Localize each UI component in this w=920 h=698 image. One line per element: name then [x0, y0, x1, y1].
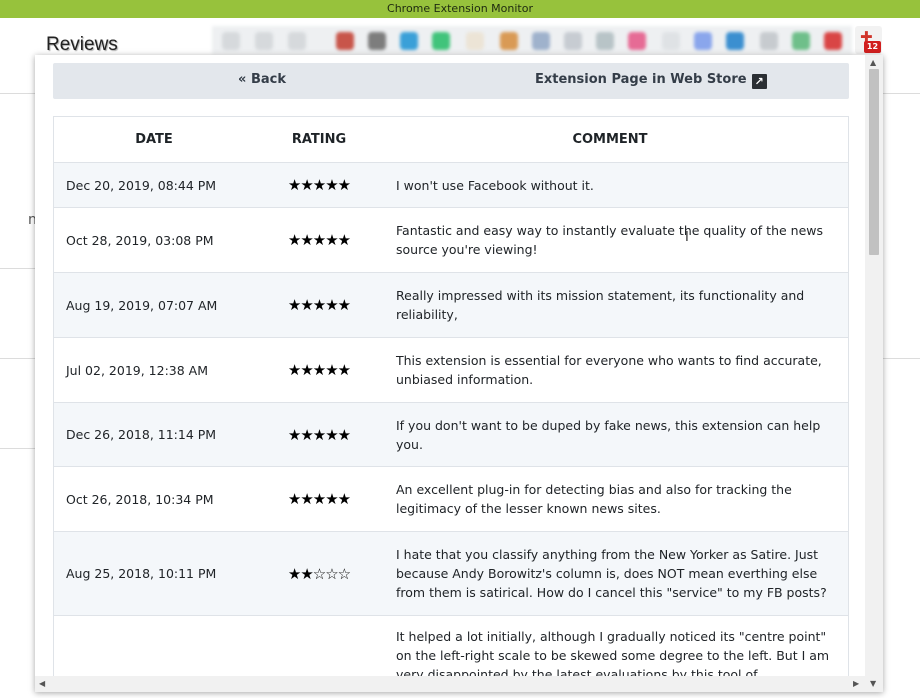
toolbar-icon: [760, 32, 778, 50]
vertical-scroll-thumb[interactable]: [869, 69, 879, 255]
panel-nav-bar: « Back Extension Page in Web Store ↗: [53, 63, 849, 99]
toolbar-icon: [288, 32, 306, 50]
toolbar-icon: [792, 32, 810, 50]
table-row: Jul 02, 2019, 12:38 AM ★★★★★ This extens…: [54, 338, 848, 403]
review-date: Aug 25, 2018, 10:11 PM: [66, 566, 217, 581]
divider: [0, 268, 35, 269]
star-rating: ★★★★★: [287, 361, 351, 379]
review-comment: If you don't want to be duped by fake ne…: [396, 417, 821, 452]
reviews-panel: « Back Extension Page in Web Store ↗ DATE…: [35, 55, 883, 692]
table-row: Aug 25, 2018, 10:11 PM ★★☆☆☆ I hate that…: [54, 532, 848, 616]
window-title-bar: Chrome Extension Monitor: [0, 0, 920, 18]
toolbar-icon: [400, 32, 418, 50]
toolbar-icon: [432, 32, 450, 50]
divider: [0, 448, 35, 449]
background-heading: Reviews: [46, 34, 118, 55]
star-rating: ★★★★★: [287, 490, 351, 508]
toolbar-icon: [532, 32, 550, 50]
review-comment: This extension is essential for everyone…: [396, 353, 822, 387]
review-comment: Really impressed with its mission statem…: [396, 288, 805, 322]
back-button[interactable]: « Back: [238, 72, 286, 87]
review-comment: I hate that you classify anything from t…: [396, 547, 827, 600]
review-date: Dec 26, 2018, 11:14 PM: [66, 427, 217, 442]
toolbar-icon: [694, 32, 712, 50]
table-header: DATE RATING COMMENT: [54, 117, 848, 163]
review-comment: I won't use Facebook without it.: [396, 177, 594, 193]
toolbar-icon: [564, 32, 582, 50]
scroll-down-icon[interactable]: ▼: [870, 679, 876, 688]
review-date: Aug 19, 2019, 07:07 AM: [66, 297, 218, 313]
scroll-up-icon[interactable]: ▲: [870, 58, 876, 67]
star-rating: ★★★★★: [287, 296, 351, 314]
divider: [883, 93, 920, 94]
toolbar-icon: [222, 32, 240, 50]
back-label: Back: [250, 72, 286, 87]
toolbar-icon: [368, 32, 386, 50]
web-store-link[interactable]: Extension Page in Web Store ↗: [535, 72, 767, 89]
toolbar-icon: [628, 32, 646, 50]
extension-count-badge: 12: [864, 41, 881, 53]
web-store-label: Extension Page in Web Store: [535, 72, 747, 87]
vertical-scrollbar[interactable]: ▲: [865, 55, 883, 676]
scrollbar-corner: ▼: [865, 676, 883, 692]
toolbar-icon: [726, 32, 744, 50]
table-row: Dec 26, 2018, 11:14 PM ★★★★★ If you don'…: [54, 403, 848, 467]
divider: [883, 358, 920, 359]
toolbar-icon: [596, 32, 614, 50]
table-row: Oct 28, 2019, 03:08 PM ★★★★★ Fantastic a…: [54, 208, 848, 273]
toolbar-icon: [662, 32, 680, 50]
star-rating: ★★★★★: [287, 231, 351, 249]
divider: [0, 358, 35, 359]
divider: [0, 93, 35, 94]
review-date: Dec 20, 2019, 08:44 PM: [66, 177, 217, 193]
scroll-left-icon[interactable]: ◀: [39, 679, 45, 688]
extension-monitor-button[interactable]: ✚ 12: [855, 26, 882, 54]
star-rating: ★★☆☆☆: [287, 564, 351, 583]
table-row: Oct 26, 2018, 10:34 PM ★★★★★ An excellen…: [54, 467, 848, 532]
review-date: Jul 02, 2019, 12:38 AM: [66, 362, 208, 378]
toolbar-icon: [500, 32, 518, 50]
table-row: Aug 19, 2019, 07:07 AM ★★★★★ Really impr…: [54, 273, 848, 338]
scroll-right-icon[interactable]: ▶: [853, 679, 859, 688]
horizontal-scrollbar[interactable]: ◀ ▶: [35, 676, 865, 692]
column-header-rating[interactable]: RATING: [254, 132, 384, 147]
column-header-date[interactable]: DATE: [54, 132, 254, 147]
text-cursor-icon: I: [685, 230, 689, 245]
toolbar-icon: [336, 32, 354, 50]
toolbar-icon: [255, 32, 273, 50]
star-rating: ★★★★★: [287, 425, 351, 444]
toolbar-icon: [466, 32, 484, 50]
external-link-icon: ↗: [751, 74, 767, 89]
column-header-comment[interactable]: COMMENT: [384, 132, 848, 147]
toolbar-icon: [824, 32, 842, 50]
table-row: Dec 20, 2019, 08:44 PM ★★★★★ I won't use…: [54, 163, 848, 208]
reviews-table: DATE RATING COMMENT Dec 20, 2019, 08:44 …: [53, 116, 849, 692]
review-date: Oct 28, 2019, 03:08 PM: [66, 232, 214, 248]
double-chevron-left-icon: «: [238, 72, 247, 87]
review-date: Oct 26, 2018, 10:34 PM: [66, 491, 214, 507]
review-comment: An excellent plug-in for detecting bias …: [396, 482, 792, 516]
star-rating: ★★★★★: [287, 176, 351, 194]
review-comment: Fantastic and easy way to instantly eval…: [396, 223, 824, 257]
